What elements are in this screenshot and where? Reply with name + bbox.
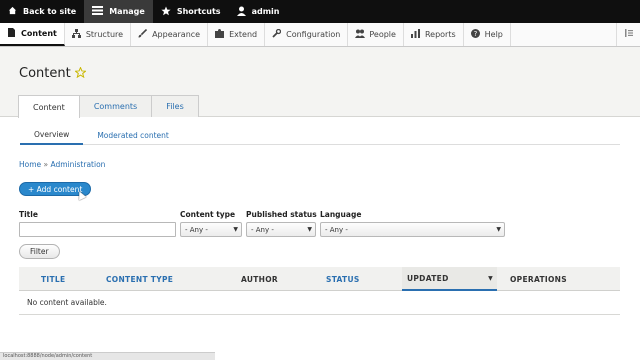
- published-status-label: Published status: [246, 210, 317, 219]
- people-icon: [355, 29, 366, 41]
- tray-item-configuration[interactable]: Configuration: [265, 23, 349, 46]
- chevron-down-icon: ▼: [496, 226, 501, 233]
- help-icon: ?: [470, 28, 480, 41]
- content-type-label: Content type: [180, 210, 236, 219]
- structure-icon: [71, 28, 81, 41]
- manage-toolbar-tab[interactable]: Manage: [84, 0, 153, 23]
- brush-icon: [138, 28, 148, 41]
- tab-comments[interactable]: Comments: [78, 95, 153, 117]
- tab-files[interactable]: Files: [151, 95, 199, 117]
- column-status[interactable]: STATUS: [326, 267, 360, 291]
- tray-item-content[interactable]: Content: [0, 23, 65, 46]
- chevron-down-icon: ▼: [307, 226, 312, 233]
- page-title: Content: [19, 65, 87, 81]
- user-toolbar-tab[interactable]: admin: [229, 0, 288, 23]
- puzzle-icon: [215, 28, 225, 41]
- page-header-region: Content Content Comments Files: [0, 47, 640, 118]
- page-title-text: Content: [19, 66, 71, 81]
- manage-label: Manage: [109, 7, 145, 16]
- language-label: Language: [320, 210, 362, 219]
- breadcrumb-home-link[interactable]: Home: [19, 160, 41, 169]
- column-content-type[interactable]: CONTENT TYPE: [106, 267, 173, 291]
- user-label: admin: [251, 7, 280, 16]
- tray-item-label: Content: [21, 29, 57, 38]
- column-updated-label: UPDATED: [407, 273, 449, 283]
- tray-orientation-toggle[interactable]: [616, 23, 640, 46]
- published-status-value: - Any -: [251, 225, 274, 234]
- secondary-tabs: Overview Moderated content: [20, 125, 620, 145]
- chart-icon: [410, 28, 420, 41]
- table-row: No content available.: [19, 291, 620, 315]
- tray-item-people[interactable]: People: [348, 23, 404, 46]
- tray-item-extend[interactable]: Extend: [208, 23, 266, 46]
- admin-menu-tray: Content Structure Appearance Extend Conf…: [0, 23, 640, 47]
- chevron-down-icon: ▼: [233, 226, 238, 233]
- content-table-header: TITLE CONTENT TYPE AUTHOR STATUS UPDATED…: [19, 267, 620, 291]
- shortcut-star-icon[interactable]: [73, 65, 87, 81]
- breadcrumb: Home » Administration: [19, 160, 105, 169]
- language-value: - Any -: [325, 225, 348, 234]
- subtab-moderated-content[interactable]: Moderated content: [83, 125, 183, 145]
- wrench-icon: [272, 28, 282, 41]
- breadcrumb-separator: »: [43, 160, 49, 169]
- tray-item-label: Help: [484, 30, 503, 39]
- subtab-overview[interactable]: Overview: [20, 125, 84, 145]
- shortcuts-toolbar-tab[interactable]: Shortcuts: [153, 0, 229, 23]
- primary-tabs: Content Comments Files: [18, 95, 199, 118]
- tray-item-label: People: [369, 30, 396, 39]
- empty-message: No content available.: [27, 298, 107, 307]
- shortcuts-label: Shortcuts: [176, 7, 221, 16]
- menu-icon: [92, 6, 104, 17]
- language-select[interactable]: - Any - ▼: [320, 222, 505, 237]
- content-type-select[interactable]: - Any - ▼: [180, 222, 242, 237]
- tray-item-appearance[interactable]: Appearance: [131, 23, 209, 46]
- person-icon: [236, 6, 246, 18]
- tray-item-help[interactable]: ? Help: [464, 23, 511, 46]
- sort-descending-icon: ▼: [488, 274, 493, 282]
- house-icon: [8, 6, 17, 17]
- document-icon: [7, 27, 16, 40]
- tray-item-label: Extend: [229, 30, 258, 39]
- tray-item-label: Reports: [424, 30, 456, 39]
- tray-item-reports[interactable]: Reports: [404, 23, 464, 46]
- column-author: AUTHOR: [241, 274, 279, 284]
- published-status-select[interactable]: - Any - ▼: [246, 222, 316, 237]
- tray-item-label: Structure: [85, 30, 124, 39]
- content-type-value: - Any -: [185, 225, 208, 234]
- column-updated[interactable]: UPDATED ▼: [402, 267, 497, 291]
- title-filter-input[interactable]: [19, 222, 176, 237]
- column-title[interactable]: TITLE: [41, 267, 65, 291]
- browser-status-bar: localhost:8888/node/admin/content: [0, 352, 215, 360]
- filter-button[interactable]: Filter: [19, 244, 60, 259]
- column-operations: OPERATIONS: [510, 274, 567, 284]
- back-to-site-link[interactable]: Back to site: [0, 0, 84, 23]
- star-icon: [161, 6, 171, 18]
- breadcrumb-administration-link[interactable]: Administration: [51, 160, 106, 169]
- title-filter-label: Title: [19, 210, 38, 219]
- tray-item-label: Configuration: [286, 30, 341, 39]
- admin-toolbar: Back to site Manage Shortcuts admin: [0, 0, 640, 23]
- tab-content[interactable]: Content: [18, 95, 80, 118]
- svg-text:?: ?: [473, 30, 477, 38]
- orientation-icon: [624, 29, 633, 40]
- tray-item-structure[interactable]: Structure: [65, 23, 132, 46]
- back-to-site-label: Back to site: [23, 7, 77, 16]
- tray-item-label: Appearance: [152, 30, 201, 39]
